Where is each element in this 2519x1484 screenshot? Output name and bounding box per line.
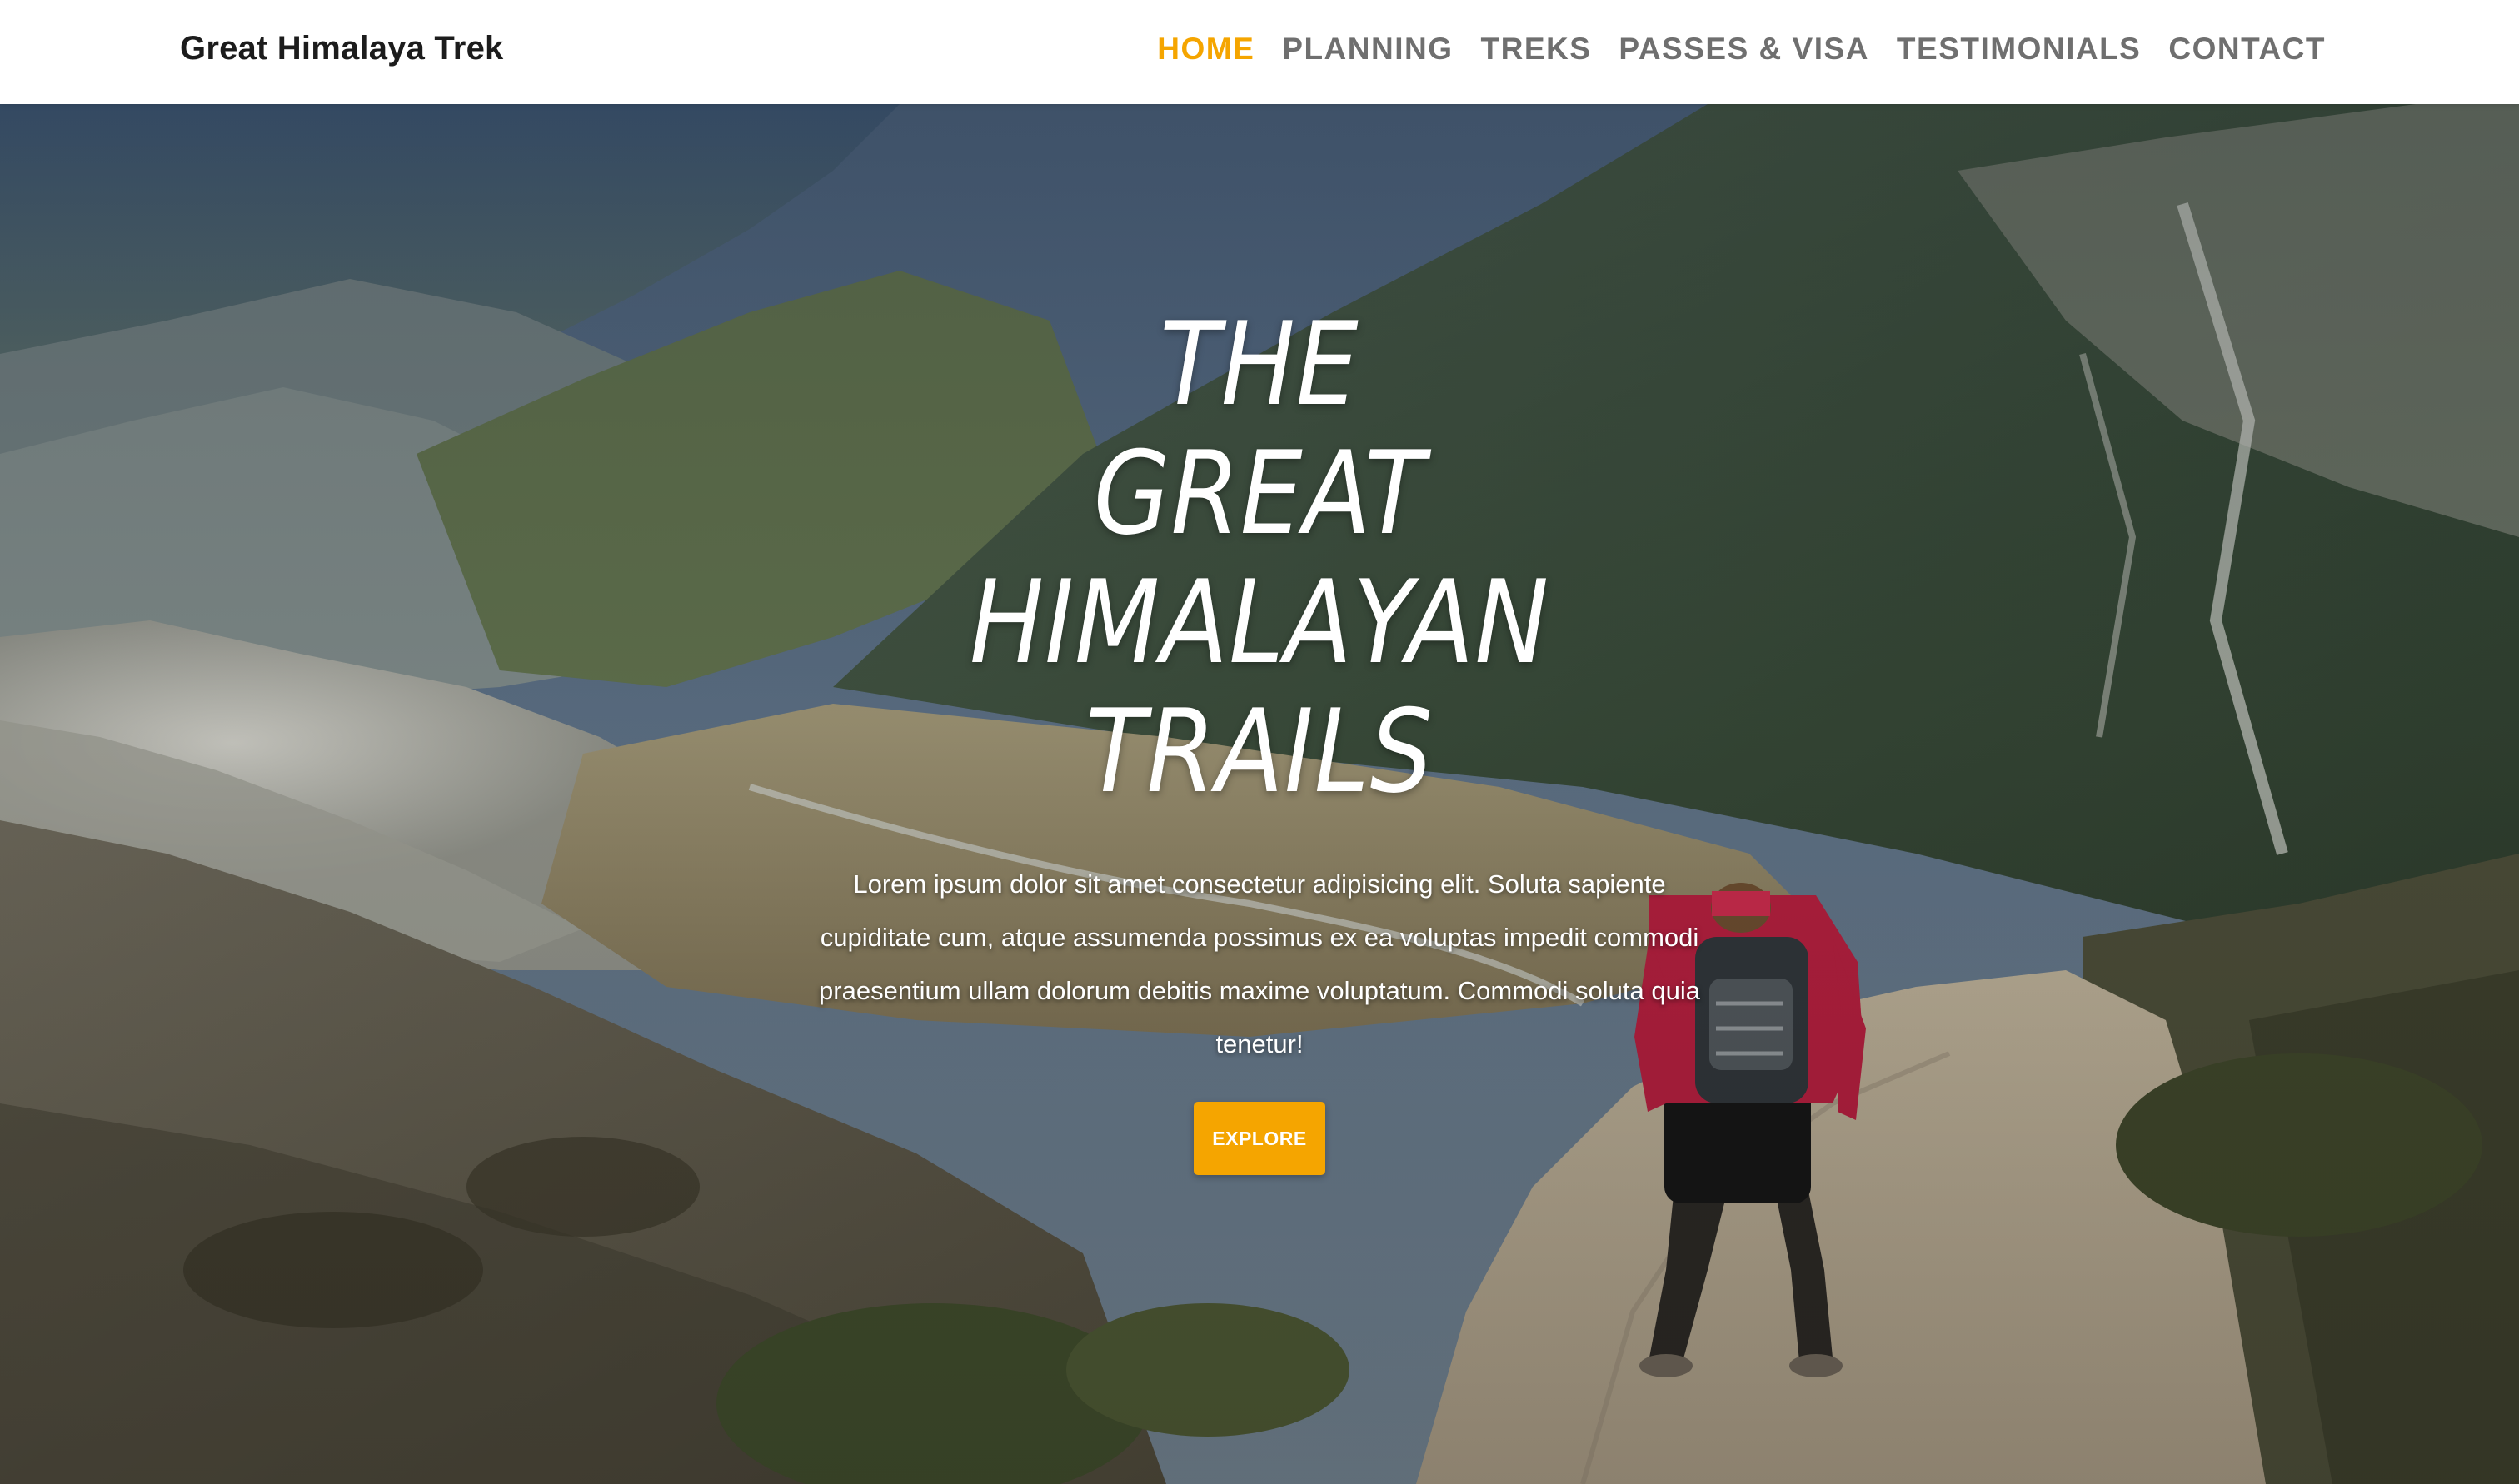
hero-title-line-4: TRAILS bbox=[1085, 685, 1434, 819]
hero-section: THE GREAT HIMALAYAN TRAILS Lorem ipsum d… bbox=[0, 104, 2519, 1484]
hero-description: Lorem ipsum dolor sit amet consectetur a… bbox=[819, 869, 1700, 1058]
hero-title-line-3: HIMALAYAN bbox=[969, 555, 1550, 690]
nav-item-passes-visa[interactable]: PASSES & VISA bbox=[1619, 32, 1869, 67]
nav-item-treks[interactable]: TREKS bbox=[1481, 32, 1592, 67]
brand-logo-text[interactable]: Great Himalaya Trek bbox=[180, 30, 503, 67]
hero-title-line-1: THE bbox=[1160, 297, 1359, 431]
nav-item-planning[interactable]: PLANNING bbox=[1282, 32, 1453, 67]
nav-item-home[interactable]: HOME bbox=[1157, 32, 1255, 67]
nav-item-contact[interactable]: CONTACT bbox=[2168, 32, 2326, 67]
top-navbar: Great Himalaya Trek HOME PLANNING TREKS … bbox=[0, 0, 2519, 104]
hero-title-line-2: GREAT bbox=[1093, 426, 1426, 560]
hero-title: THE GREAT HIMALAYAN TRAILS bbox=[901, 300, 1618, 816]
nav-item-testimonials[interactable]: TESTIMONIALS bbox=[1897, 32, 2141, 67]
main-nav: HOME PLANNING TREKS PASSES & VISA TESTIM… bbox=[1157, 32, 2326, 67]
explore-button[interactable]: EXPLORE bbox=[1194, 1102, 1325, 1175]
